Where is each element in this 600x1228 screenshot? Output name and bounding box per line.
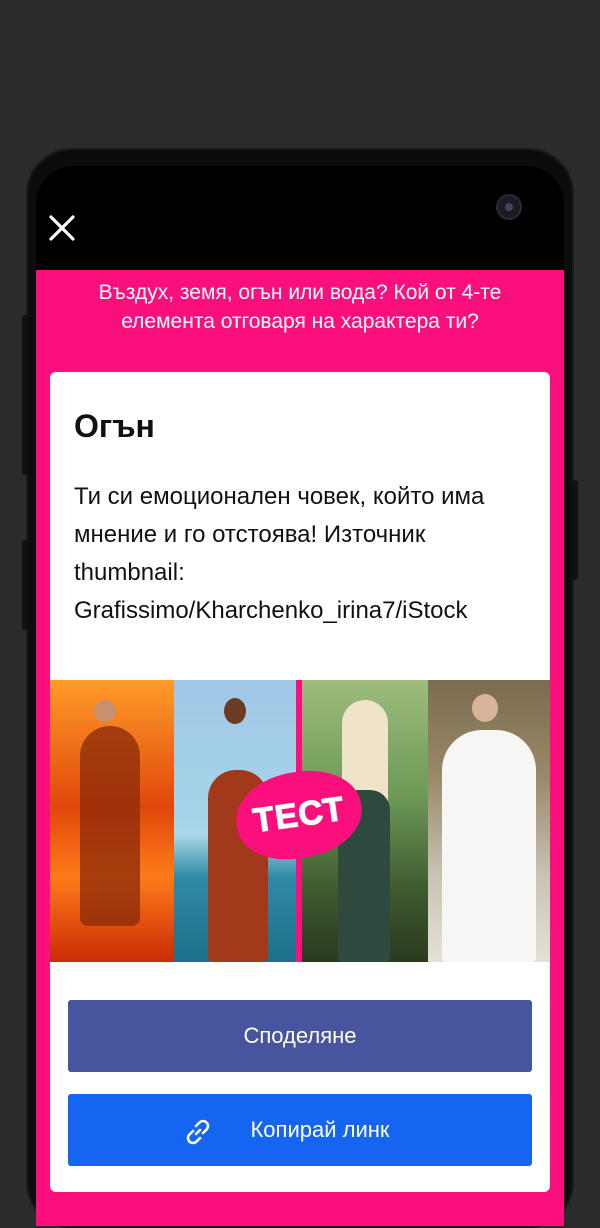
- quiz-title: Въздух, земя, огън или вода? Кой от 4-те…: [98, 281, 502, 333]
- result-title: Огън: [74, 408, 155, 444]
- phone-side-button: [22, 315, 28, 475]
- status-bar: [36, 166, 564, 270]
- share-button[interactable]: Споделяне: [68, 1000, 532, 1072]
- phone-side-button: [572, 480, 578, 580]
- fire-image: [50, 680, 174, 962]
- close-button[interactable]: [46, 212, 78, 244]
- share-button-label: Споделяне: [243, 1023, 357, 1048]
- phone-screen: Въздух, земя, огън или вода? Кой от 4-те…: [36, 166, 564, 1226]
- close-icon: [49, 215, 75, 241]
- link-icon: [186, 1119, 210, 1145]
- result-thumbnail: ТЕСТ: [50, 680, 550, 962]
- test-badge: ТЕСТ: [230, 763, 368, 867]
- result-description: Ти си емоционален човек, който има мнени…: [74, 483, 485, 624]
- camera-icon: [498, 196, 520, 218]
- copy-link-label: Копирай линк: [250, 1117, 390, 1142]
- copy-link-button[interactable]: Копирай линк: [68, 1094, 532, 1166]
- phone-side-button: [22, 540, 28, 630]
- result-card: Огън Ти си емоционален човек, който има …: [50, 372, 550, 1192]
- water-image: [428, 680, 550, 962]
